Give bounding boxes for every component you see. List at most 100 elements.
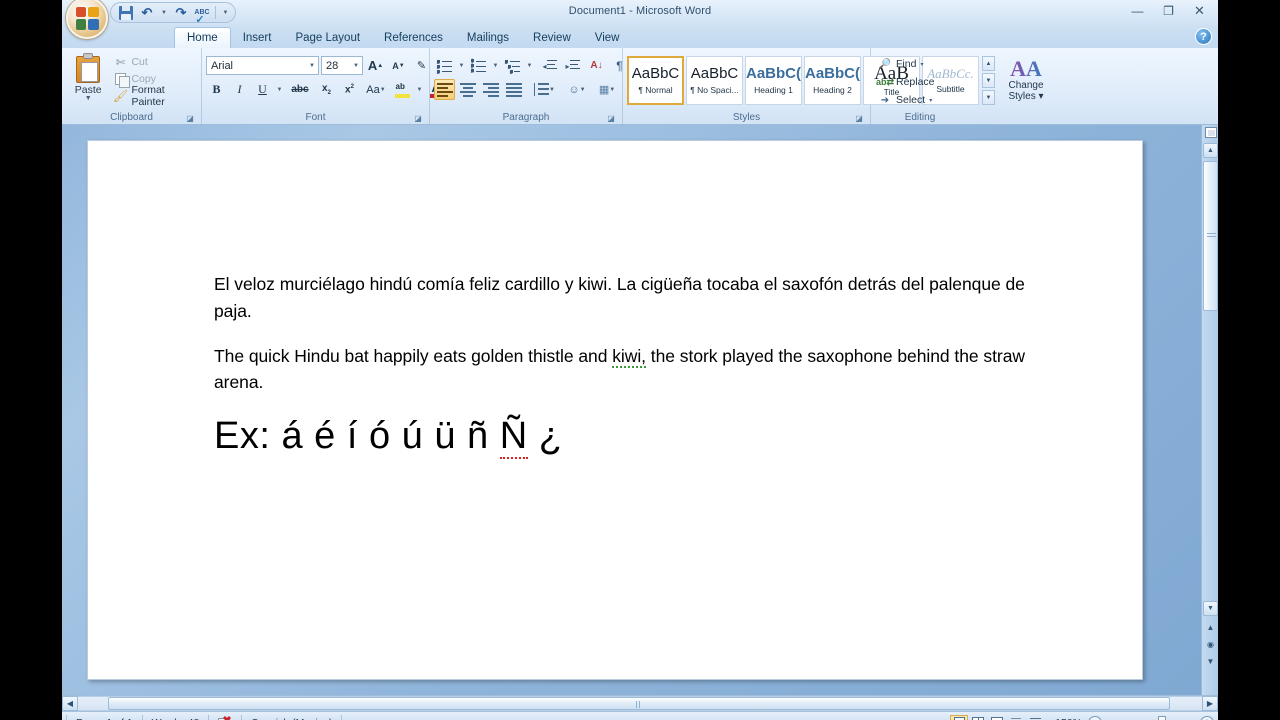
style-heading-1[interactable]: AaBbC( Heading 1 — [745, 56, 802, 105]
styles-scroll-down-icon[interactable]: ▼ — [982, 73, 995, 88]
scroll-left-button[interactable]: ◀ — [62, 696, 78, 711]
document-canvas[interactable]: El veloz murciélago hindú comía feliz ca… — [62, 125, 1218, 695]
multilevel-dropdown-icon[interactable]: ▼ — [525, 55, 534, 76]
underline-dropdown-icon[interactable]: ▼ — [275, 79, 284, 100]
strikethrough-button[interactable]: abc — [286, 79, 314, 100]
decrease-indent-button[interactable]: ◂ — [540, 55, 561, 76]
grow-font-button[interactable]: A ▲ — [365, 55, 386, 76]
italic-button[interactable]: I — [229, 79, 250, 100]
paragraph-examples[interactable]: Ex: á é í ó ú ü ñ Ñ ¿ — [214, 414, 1062, 460]
style-no-spacing[interactable]: AaBbC ¶ No Spaci... — [686, 56, 743, 105]
styles-scroll-up-icon[interactable]: ▲ — [982, 56, 995, 71]
font-dialog-launcher-icon[interactable]: ◪ — [413, 114, 423, 124]
full-screen-reading-view-button[interactable] — [969, 715, 987, 720]
font-name-combo[interactable]: Arial ▼ — [206, 56, 319, 75]
horizontal-scroll-track[interactable] — [78, 696, 1202, 711]
zoom-level-label[interactable]: 150% — [1052, 717, 1082, 720]
shading-button[interactable]: ☺ ▼ — [563, 79, 591, 100]
proofing-status[interactable]: ✖ — [209, 714, 243, 720]
scroll-down-button[interactable]: ▼ — [1203, 601, 1218, 616]
borders-button[interactable]: ▦ ▼ — [593, 79, 621, 100]
redo-icon[interactable]: ↷ — [173, 5, 189, 21]
subscript-button[interactable]: x2 — [316, 79, 337, 100]
select-browse-object-button[interactable]: ◉ — [1203, 637, 1218, 652]
vertical-scrollbar[interactable]: ▲ ▼ ▲ ◉ ▼ — [1201, 125, 1218, 695]
paste-button[interactable]: Paste ▼ — [66, 51, 110, 102]
tab-review[interactable]: Review — [521, 27, 583, 48]
help-icon[interactable]: ? — [1195, 28, 1212, 45]
minimize-button[interactable]: — — [1123, 2, 1152, 20]
bullets-dropdown-icon[interactable]: ▼ — [457, 55, 466, 76]
font-size-dropdown-icon[interactable]: ▼ — [353, 63, 359, 69]
language-indicator[interactable]: Spanish (Mexico) — [242, 714, 343, 720]
select-button[interactable]: ➔ Select ▾ — [875, 91, 935, 109]
justify-button[interactable] — [503, 79, 524, 100]
highlight-dropdown-icon[interactable]: ▼ — [415, 79, 424, 100]
change-styles-button[interactable]: AA Change Styles ▾ — [997, 56, 1055, 103]
page-indicator[interactable]: Page: 1 of 1 — [66, 714, 143, 720]
zoom-out-button[interactable]: − — [1088, 715, 1102, 720]
tab-mailings[interactable]: Mailings — [455, 27, 521, 48]
split-window-icon[interactable] — [1203, 125, 1218, 140]
horizontal-scrollbar[interactable]: ◀ ▶ — [62, 695, 1218, 711]
save-icon[interactable] — [118, 5, 134, 21]
style-heading-2[interactable]: AaBbC( Heading 2 — [804, 56, 861, 105]
styles-more-icon[interactable]: ▼ — [982, 90, 995, 105]
zoom-slider[interactable] — [1108, 716, 1194, 720]
multilevel-list-button[interactable]: ■ ■ ■ — [502, 55, 523, 76]
find-dropdown-icon[interactable]: ▾ — [920, 61, 923, 68]
paragraph-dialog-launcher-icon[interactable]: ◪ — [606, 114, 616, 124]
maximize-restore-button[interactable]: ❐ — [1154, 2, 1183, 20]
vertical-scroll-thumb[interactable] — [1203, 161, 1218, 311]
styles-dialog-launcher-icon[interactable]: ◪ — [854, 114, 864, 124]
font-name-dropdown-icon[interactable]: ▼ — [309, 63, 315, 69]
underline-button[interactable]: U — [252, 79, 273, 100]
undo-icon[interactable]: ↶ — [139, 5, 155, 21]
next-page-button[interactable]: ▼ — [1203, 654, 1218, 669]
tab-page-layout[interactable]: Page Layout — [283, 27, 372, 48]
tab-view[interactable]: View — [583, 27, 632, 48]
numbering-dropdown-icon[interactable]: ▼ — [491, 55, 500, 76]
clipboard-dialog-launcher-icon[interactable]: ◪ — [185, 114, 195, 124]
change-case-button[interactable]: Aa ▼ — [362, 79, 390, 100]
align-center-button[interactable] — [457, 79, 478, 100]
cut-button[interactable]: ✄ Cut — [110, 54, 197, 70]
paste-dropdown-icon[interactable]: ▼ — [85, 95, 92, 102]
web-layout-view-button[interactable] — [988, 715, 1006, 720]
line-spacing-button[interactable]: ▼ — [530, 79, 558, 100]
font-size-combo[interactable]: 28 ▼ — [321, 56, 363, 75]
scroll-right-button[interactable]: ▶ — [1202, 696, 1218, 711]
zoom-in-button[interactable]: + — [1200, 715, 1214, 720]
superscript-button[interactable]: x2 — [339, 79, 360, 100]
bullets-button[interactable]: ■ ■ ■ — [434, 55, 455, 76]
sort-button[interactable]: A↓ — [586, 55, 607, 76]
zoom-slider-thumb[interactable] — [1158, 716, 1166, 720]
document-page[interactable]: El veloz murciélago hindú comía feliz ca… — [87, 140, 1143, 680]
replace-button[interactable]: ab⇄ Replace — [875, 73, 938, 91]
draft-view-button[interactable] — [1026, 715, 1044, 720]
close-button[interactable]: ✕ — [1185, 2, 1214, 20]
align-left-button[interactable] — [434, 79, 455, 100]
increase-indent-button[interactable]: ▸ — [563, 55, 584, 76]
clear-formatting-button[interactable]: ✎ — [411, 55, 432, 76]
find-button[interactable]: 🔎 Find ▾ — [875, 55, 926, 73]
scroll-up-button[interactable]: ▲ — [1203, 143, 1218, 158]
format-painter-button[interactable]: 🖌 Format Painter — [110, 84, 197, 108]
previous-page-button[interactable]: ▲ — [1203, 620, 1218, 635]
paragraph-spanish[interactable]: El veloz murciélago hindú comía feliz ca… — [214, 271, 1062, 325]
customize-quick-access-icon[interactable]: ▼ — [221, 5, 230, 21]
horizontal-scroll-thumb[interactable] — [108, 697, 1170, 710]
style-normal[interactable]: AaBbC ¶ Normal — [627, 56, 684, 105]
word-count-indicator[interactable]: Words: 48 — [143, 714, 210, 720]
document-text-body[interactable]: El veloz murciélago hindú comía feliz ca… — [214, 271, 1062, 478]
paragraph-english[interactable]: The quick Hindu bat happily eats golden … — [214, 343, 1062, 397]
tab-home[interactable]: Home — [174, 27, 231, 48]
shrink-font-button[interactable]: A ▼ — [388, 55, 409, 76]
tab-insert[interactable]: Insert — [231, 27, 284, 48]
highlight-color-button[interactable]: ab — [392, 79, 413, 100]
numbering-button[interactable]: 1 2 3 — [468, 55, 489, 76]
undo-dropdown-icon[interactable]: ▼ — [160, 5, 168, 21]
align-right-button[interactable] — [480, 79, 501, 100]
spelling-check-icon[interactable]: ABC ✓ — [194, 5, 210, 26]
print-layout-view-button[interactable] — [950, 714, 968, 720]
